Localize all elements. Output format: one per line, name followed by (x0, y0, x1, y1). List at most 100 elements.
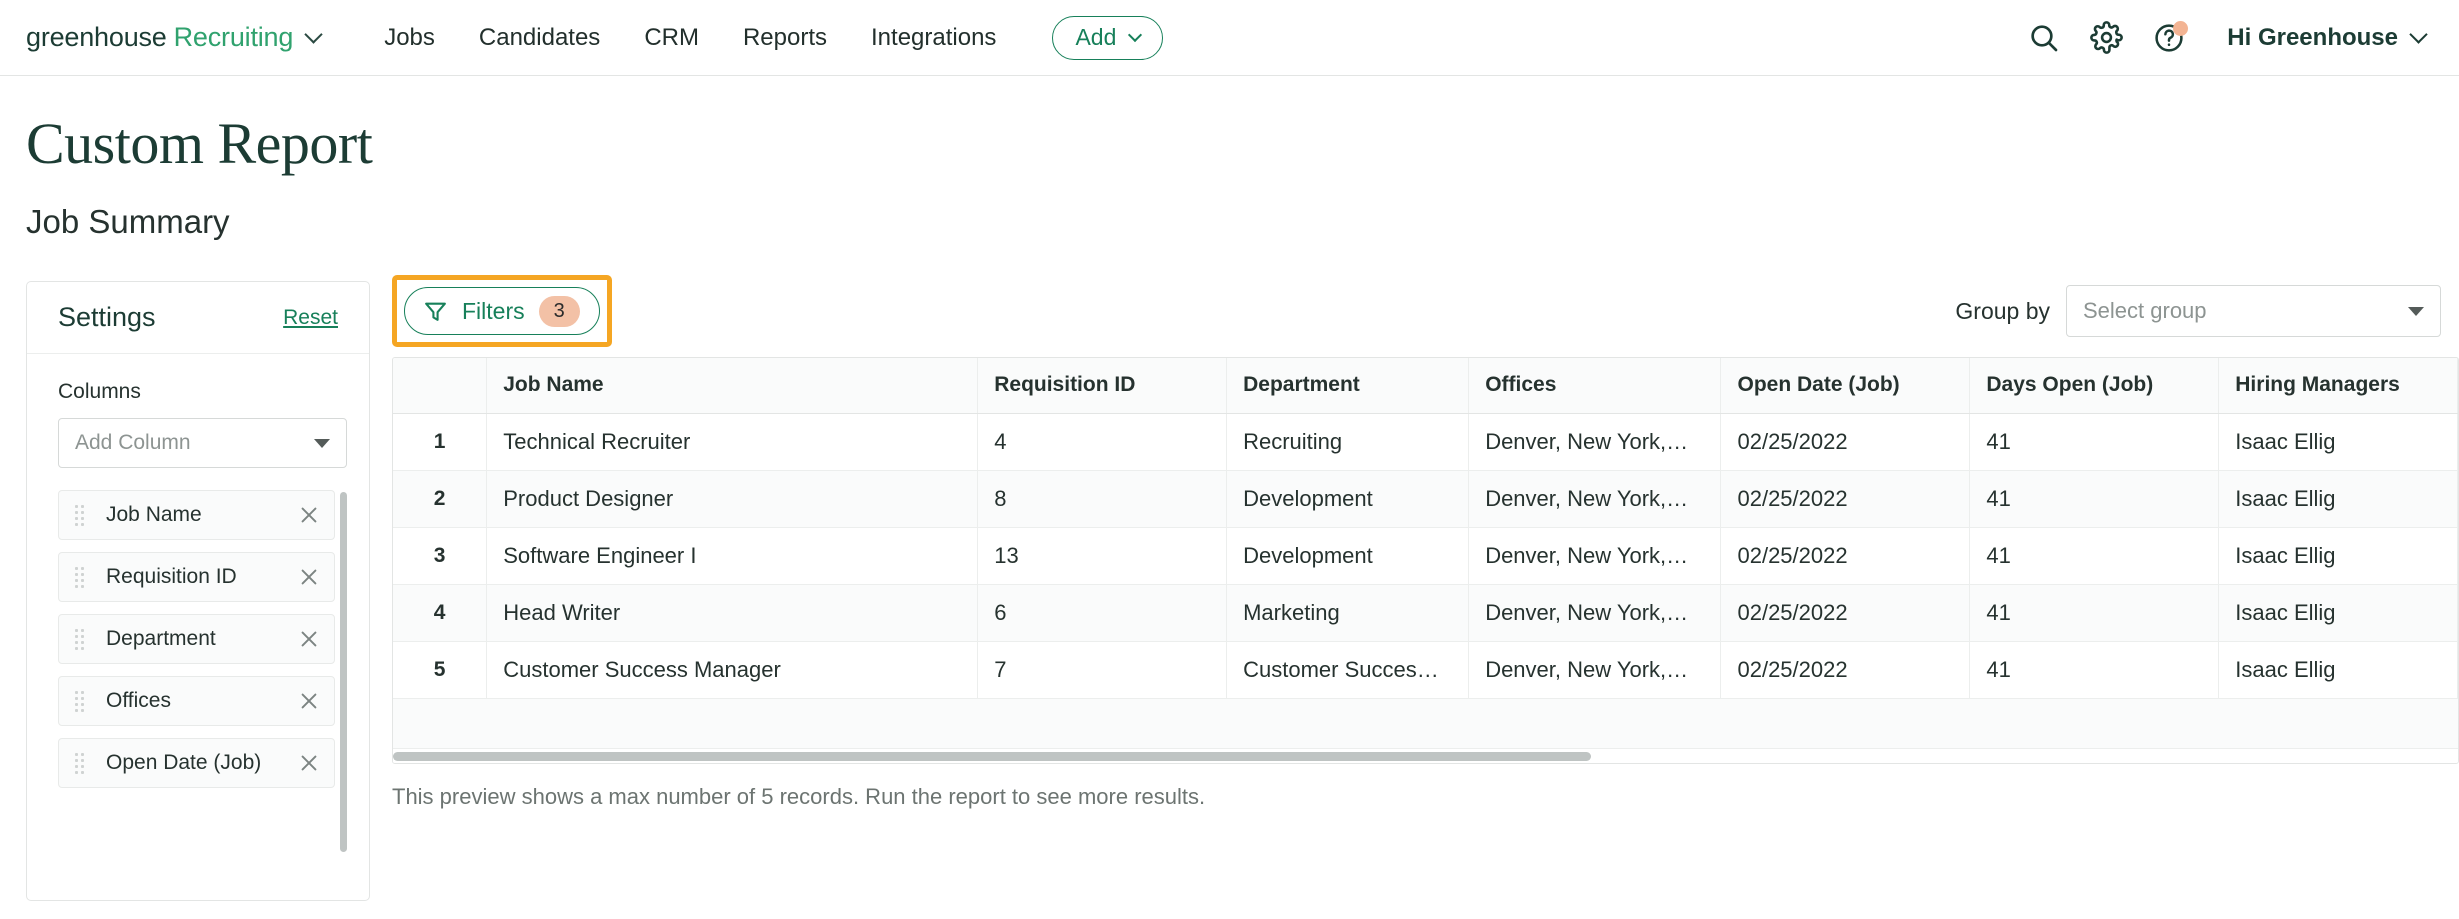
filters-highlight-ring: Filters 3 (392, 275, 612, 347)
nav-item-crm[interactable]: CRM (622, 24, 721, 52)
settings-header: Settings Reset (27, 282, 369, 354)
cell-days-open: 41 (1969, 641, 2220, 699)
cell-open-date: 02/25/2022 (1720, 641, 1971, 699)
column-list-item[interactable]: Open Date (Job) (58, 738, 335, 788)
cell-offices: Denver, New York,… (1468, 527, 1722, 585)
column-header-job-name[interactable]: Job Name (486, 358, 979, 414)
cell-open-date: 02/25/2022 (1720, 584, 1971, 642)
add-column-select[interactable]: Add Column (58, 418, 347, 468)
nav-item-integrations[interactable]: Integrations (849, 24, 1018, 52)
nav-item-reports[interactable]: Reports (721, 24, 849, 52)
filters-button[interactable]: Filters 3 (404, 287, 600, 335)
remove-column-icon[interactable] (298, 752, 320, 774)
cell-index: 1 (393, 413, 488, 471)
filler-cell (486, 698, 978, 749)
report-toolbar: Filters 3 Group by Select group (392, 275, 2459, 347)
remove-column-icon[interactable] (298, 504, 320, 526)
table-filler-row (393, 698, 2458, 749)
nav-item-candidates[interactable]: Candidates (457, 24, 622, 52)
caret-down-icon (2408, 306, 2424, 316)
column-list-item[interactable]: Requisition ID (58, 552, 335, 602)
filler-cell (1969, 698, 2219, 749)
cell-department: Development (1226, 527, 1470, 585)
nav-item-jobs[interactable]: Jobs (362, 24, 457, 52)
column-list-item[interactable]: Job Name (58, 490, 335, 540)
settings-panel: Settings Reset Columns Add Column Job Na… (26, 281, 370, 901)
column-header-index[interactable] (393, 358, 488, 414)
cell-requisition-id: 7 (977, 641, 1228, 699)
cell-open-date: 02/25/2022 (1720, 527, 1971, 585)
cell-requisition-id: 13 (977, 527, 1228, 585)
drag-handle-icon[interactable] (75, 690, 84, 712)
search-icon[interactable] (2028, 22, 2060, 54)
drag-handle-icon[interactable] (75, 504, 84, 526)
remove-column-icon[interactable] (298, 690, 320, 712)
report-preview-table: Job Name Requisition ID Department Offic… (392, 357, 2459, 764)
column-list-item[interactable]: Department (58, 614, 335, 664)
top-navigation-bar: greenhouse Recruiting Jobs Candidates CR… (0, 0, 2459, 76)
brand-logo[interactable]: greenhouse Recruiting (26, 22, 323, 53)
cell-index: 2 (393, 470, 488, 528)
reset-link[interactable]: Reset (283, 306, 338, 330)
columns-list-scrollbar[interactable] (340, 492, 347, 852)
table-row[interactable]: 1 Technical Recruiter 4 Recruiting Denve… (393, 413, 2458, 471)
drag-handle-icon[interactable] (75, 628, 84, 650)
cell-job-name: Product Designer (486, 470, 979, 528)
main-content: Settings Reset Columns Add Column Job Na… (0, 275, 2459, 901)
table-body: 1 Technical Recruiter 4 Recruiting Denve… (393, 413, 2458, 749)
column-header-open-date[interactable]: Open Date (Job) (1720, 358, 1971, 414)
table-row[interactable]: 2 Product Designer 8 Development Denver,… (393, 470, 2458, 528)
table-row[interactable]: 5 Customer Success Manager 7 Customer Su… (393, 641, 2458, 699)
gear-icon[interactable] (2090, 21, 2124, 54)
remove-column-icon[interactable] (298, 566, 320, 588)
user-menu[interactable]: Hi Greenhouse (2227, 23, 2428, 52)
cell-department: Development (1226, 470, 1470, 528)
cell-department: Recruiting (1226, 413, 1470, 471)
filter-icon (425, 302, 446, 321)
report-subtitle: Job Summary (26, 203, 230, 240)
group-by-control: Group by Select group (1955, 285, 2441, 337)
cell-days-open: 41 (1969, 413, 2220, 471)
table-row[interactable]: 4 Head Writer 6 Marketing Denver, New Yo… (393, 584, 2458, 642)
cell-hiring-managers: Isaac Ellig (2218, 641, 2458, 699)
drag-handle-icon[interactable] (75, 566, 84, 588)
column-header-offices[interactable]: Offices (1468, 358, 1722, 414)
settings-body: Columns Add Column Job Name Requisition … (27, 354, 369, 852)
column-header-days-open[interactable]: Days Open (Job) (1969, 358, 2220, 414)
cell-offices: Denver, New York,… (1468, 641, 1722, 699)
drag-handle-icon[interactable] (75, 752, 84, 774)
table-horizontal-scrollbar[interactable] (393, 748, 2458, 763)
add-column-placeholder: Add Column (75, 431, 191, 454)
column-list-item[interactable]: Offices (58, 676, 335, 726)
cell-job-name: Software Engineer I (486, 527, 979, 585)
filler-cell (1226, 698, 1469, 749)
cell-requisition-id: 4 (977, 413, 1228, 471)
cell-requisition-id: 8 (977, 470, 1228, 528)
cell-job-name: Head Writer (486, 584, 979, 642)
group-by-select[interactable]: Select group (2066, 285, 2441, 337)
column-header-department[interactable]: Department (1226, 358, 1470, 414)
notification-dot (2173, 20, 2189, 36)
cell-index: 4 (393, 584, 488, 642)
settings-title: Settings (58, 302, 156, 332)
caret-down-icon (314, 438, 330, 448)
chevron-down-icon (304, 25, 323, 44)
cell-offices: Denver, New York,… (1468, 584, 1722, 642)
scrollbar-thumb[interactable] (393, 751, 1591, 761)
column-header-requisition-id[interactable]: Requisition ID (977, 358, 1228, 414)
cell-job-name: Technical Recruiter (486, 413, 979, 471)
table-row[interactable]: 3 Software Engineer I 13 Development Den… (393, 527, 2458, 585)
add-button[interactable]: Add (1052, 15, 1164, 60)
cell-requisition-id: 6 (977, 584, 1228, 642)
user-greeting-label: Hi Greenhouse (2227, 23, 2398, 51)
help-icon[interactable] (2153, 20, 2189, 54)
chevron-down-icon (2409, 25, 2428, 44)
filler-cell (1468, 698, 1721, 749)
column-item-label: Requisition ID (106, 565, 237, 588)
remove-column-icon[interactable] (298, 628, 320, 650)
table-header-row: Job Name Requisition ID Department Offic… (393, 358, 2458, 414)
table-head: Job Name Requisition ID Department Offic… (393, 358, 2458, 414)
group-by-placeholder: Select group (2083, 298, 2207, 323)
column-header-hiring-managers[interactable]: Hiring Managers (2218, 358, 2458, 414)
group-by-label: Group by (1955, 297, 2050, 324)
